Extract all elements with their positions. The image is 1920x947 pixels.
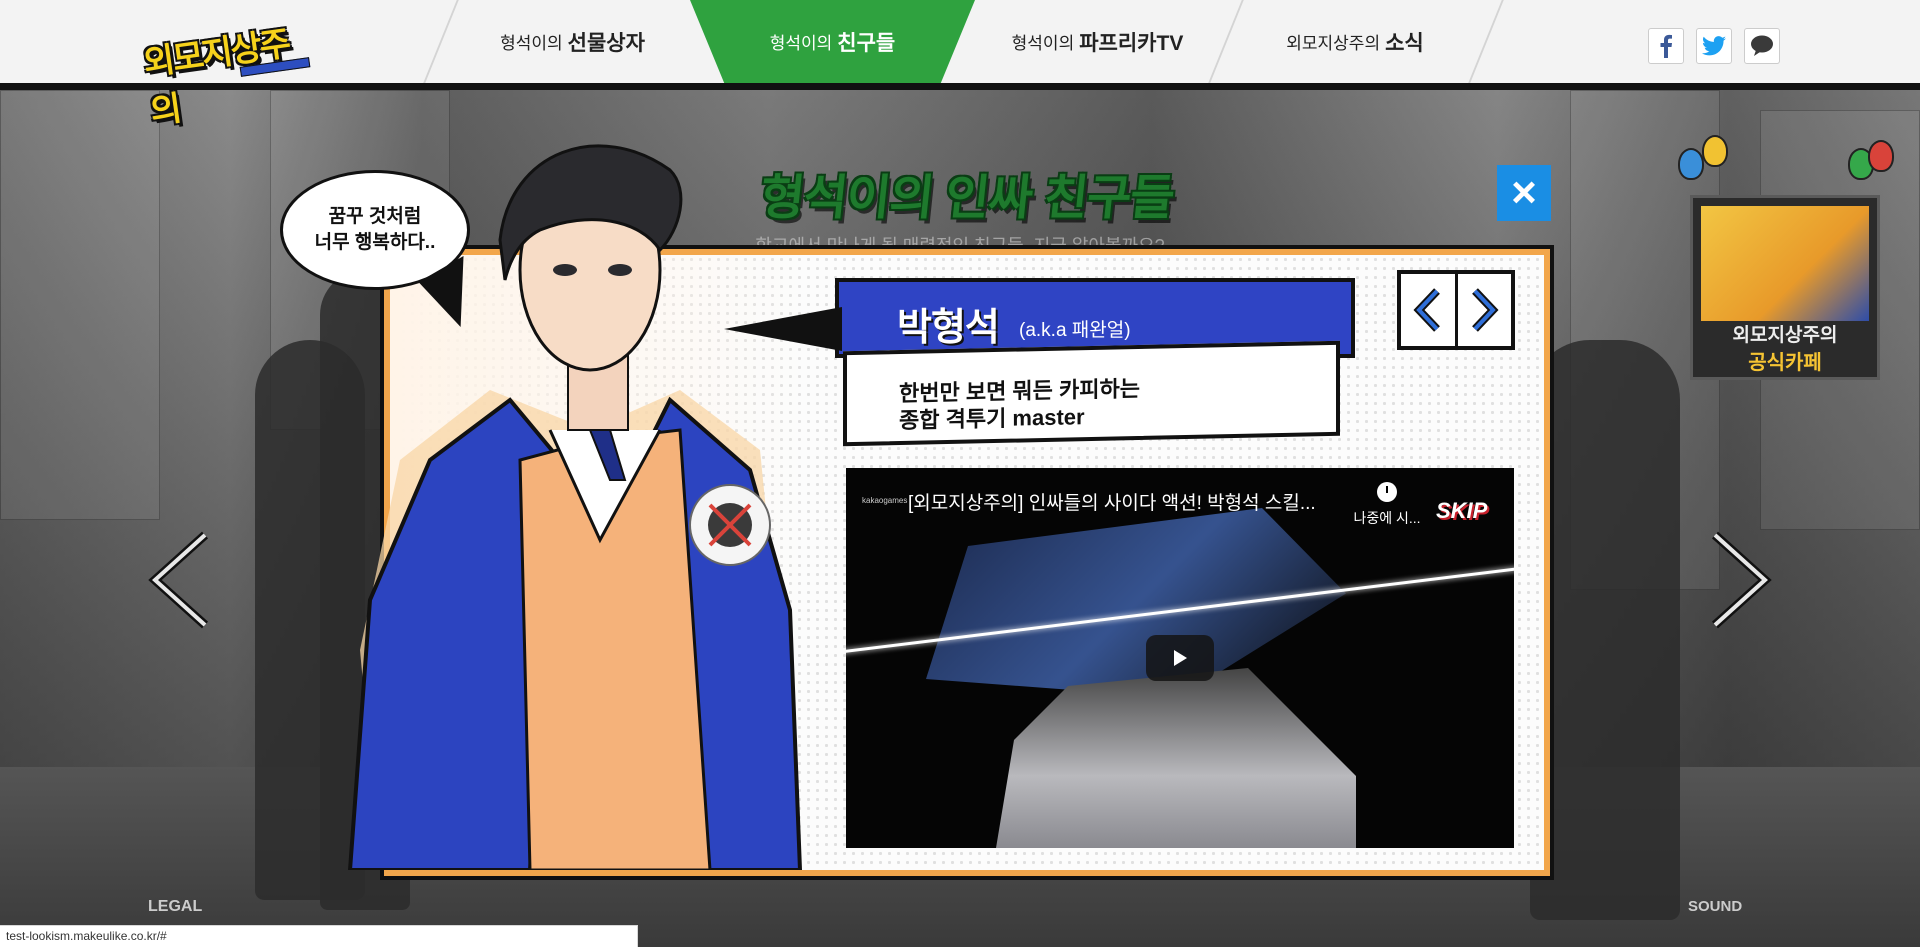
close-popup-button[interactable]: × — [1497, 165, 1551, 221]
official-cafe-banner[interactable]: 외모지상주의 공식카페 — [1690, 195, 1880, 380]
balloon-icon — [1678, 148, 1704, 180]
balloon-icon — [1868, 140, 1894, 172]
nav-friends[interactable]: 형석이의 친구들 — [690, 0, 975, 83]
top-navigation-bar: 외모지상주의 형석이의 선물상자 형석이의 친구들 형석이의 파프리카TV 외모… — [0, 0, 1920, 131]
play-icon — [1174, 650, 1187, 666]
play-button[interactable] — [1146, 635, 1214, 681]
nav-paprika-tv[interactable]: 형석이의 파프리카TV — [975, 0, 1220, 83]
legal-link[interactable]: LEGAL — [148, 898, 202, 916]
page-root: 외모지상주의 형석이의 선물상자 형석이의 친구들 형석이의 파프리카TV 외모… — [0, 0, 1920, 947]
watch-later-button[interactable]: 나중에 시... — [1342, 482, 1432, 528]
clock-icon — [1377, 482, 1397, 502]
carousel-prev-arrow[interactable] — [145, 530, 215, 630]
browser-status-url: test-lookism.makeulike.co.kr/# — [0, 925, 638, 947]
friend-pager — [1397, 270, 1515, 350]
facebook-icon[interactable] — [1648, 28, 1684, 64]
next-friend-button[interactable] — [1454, 274, 1512, 346]
chevron-right-icon — [1472, 288, 1499, 332]
chevron-left-icon — [1413, 288, 1440, 332]
nav-news[interactable]: 외모지상주의 소식 — [1235, 0, 1475, 83]
character-description: 한번만 보면 뭐든 카피하는 종합 격투기 master — [843, 340, 1340, 447]
channel-logo: kakaogames — [862, 496, 908, 505]
video-player[interactable]: kakaogames [외모지상주의] 인싸들의 사이다 액션! 박형석 스킬.… — [846, 468, 1514, 848]
sound-toggle[interactable]: SOUND — [1688, 898, 1742, 915]
cafe-character-image — [1701, 206, 1869, 321]
twitter-icon[interactable] — [1696, 28, 1732, 64]
character-alias: (a.k.a 패완얼) — [1019, 320, 1131, 341]
skip-badge[interactable]: SKIP — [1436, 498, 1487, 524]
site-logo[interactable]: 외모지상주의 — [140, 10, 315, 131]
character-name: 박형석 — [897, 307, 1000, 349]
video-title[interactable]: [외모지상주의] 인싸들의 사이다 액션! 박형석 스킬... — [908, 488, 1316, 515]
kakaotalk-icon[interactable] — [1744, 28, 1780, 64]
close-icon: × — [1511, 168, 1537, 217]
prev-friend-button[interactable] — [1401, 274, 1455, 346]
balloon-icon — [1702, 135, 1728, 167]
carousel-next-arrow[interactable] — [1705, 530, 1775, 630]
nav-gift-box[interactable]: 형석이의 선물상자 — [455, 0, 690, 83]
